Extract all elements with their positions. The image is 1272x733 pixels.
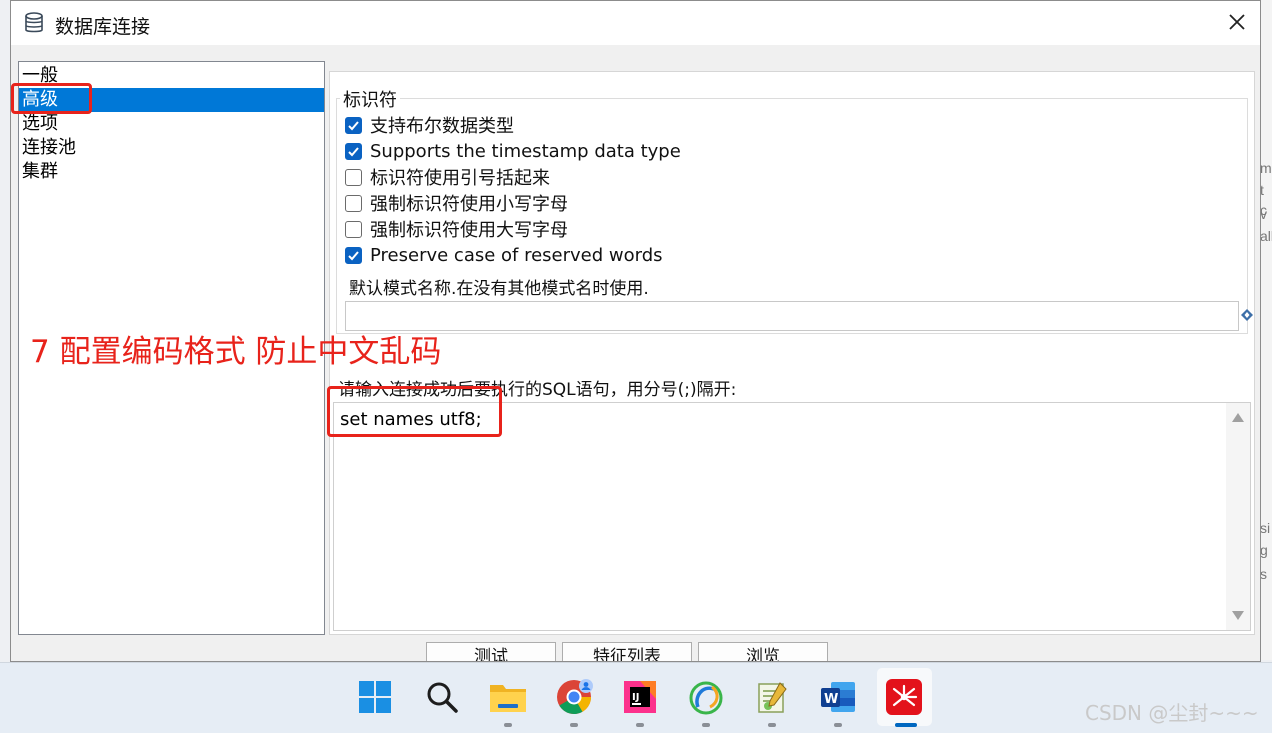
watermark: CSDN @尘封~~~: [1085, 701, 1259, 725]
variable-diamond-icon[interactable]: [1240, 308, 1254, 322]
dialog-title: 数据库连接: [55, 16, 151, 38]
chrome-icon[interactable]: [554, 677, 594, 717]
default-schema-input[interactable]: [345, 301, 1239, 331]
option-label: Supports the timestamp data type: [370, 140, 681, 162]
svg-text:IJ: IJ: [632, 692, 639, 703]
vertical-scrollbar[interactable]: [1226, 403, 1250, 630]
scroll-down-arrow-icon[interactable]: [1232, 611, 1244, 620]
running-indicator: [702, 723, 710, 727]
checkbox-unchecked-icon[interactable]: [345, 220, 362, 238]
search-icon[interactable]: [422, 677, 462, 717]
running-indicator: [504, 723, 512, 727]
checkbox-unchecked-icon[interactable]: [345, 194, 362, 212]
feature-list-button[interactable]: 特征列表: [562, 642, 692, 661]
option-label: 支持布尔数据类型: [370, 116, 514, 137]
database-icon: [25, 12, 43, 33]
running-indicator: [570, 723, 578, 727]
checkbox-checked-icon[interactable]: [345, 246, 362, 264]
option-timestamp-type[interactable]: Supports the timestamp data type: [345, 139, 681, 163]
checkbox-checked-icon[interactable]: [345, 142, 362, 160]
annotation-highlight-advanced: [11, 83, 92, 114]
option-preserve-reserved-case[interactable]: Preserve case of reserved words: [345, 243, 663, 267]
svg-text:W: W: [824, 692, 838, 707]
browse-button[interactable]: 浏览: [698, 642, 828, 661]
file-explorer-icon[interactable]: [488, 677, 528, 717]
running-indicator: [636, 723, 644, 727]
intellij-idea-icon[interactable]: IJ: [620, 677, 660, 717]
checkbox-checked-icon[interactable]: [345, 116, 362, 134]
taskbar: IJ W: [0, 662, 1272, 733]
checkbox-unchecked-icon[interactable]: [345, 168, 362, 186]
nav-item-cluster[interactable]: 集群: [19, 160, 324, 184]
option-boolean-type[interactable]: 支持布尔数据类型: [345, 113, 514, 137]
nav-item-options[interactable]: 选项: [19, 112, 324, 136]
identifier-group: 支持布尔数据类型 Supports the timestamp data typ…: [336, 98, 1253, 334]
navicat-icon[interactable]: [686, 677, 726, 717]
advanced-settings-panel: 支持布尔数据类型 Supports the timestamp data typ…: [329, 71, 1255, 635]
windows-start-icon[interactable]: [355, 677, 395, 717]
word-icon[interactable]: W: [818, 677, 858, 717]
active-indicator: [895, 723, 917, 727]
option-quote-identifiers[interactable]: 标识符使用引号括起来: [345, 165, 550, 189]
running-indicator: [768, 723, 776, 727]
test-button[interactable]: 测试: [426, 642, 556, 661]
option-label: Preserve case of reserved words: [370, 244, 663, 266]
option-label: 强制标识符使用小写字母: [370, 194, 568, 215]
background-window-text: m t c v all si g s: [1260, 160, 1272, 582]
option-force-uppercase[interactable]: 强制标识符使用大写字母: [345, 217, 568, 241]
title-bar: 数据库连接: [11, 1, 1260, 45]
scroll-up-arrow-icon[interactable]: [1232, 413, 1244, 422]
notepad-icon[interactable]: [752, 677, 792, 717]
annotation-text: 7 配置编码格式 防止中文乱码: [30, 334, 442, 370]
annotation-highlight-sql: [327, 386, 502, 437]
default-schema-label: 默认模式名称.在没有其他模式名时使用.: [349, 279, 649, 299]
close-icon[interactable]: [1226, 11, 1248, 33]
nav-item-connection-pool[interactable]: 连接池: [19, 136, 324, 160]
option-label: 标识符使用引号括起来: [370, 168, 550, 189]
option-force-lowercase[interactable]: 强制标识符使用小写字母: [345, 191, 568, 215]
xmind-icon[interactable]: [884, 677, 924, 717]
running-indicator: [834, 723, 842, 727]
identifier-group-label: 标识符: [340, 86, 400, 112]
option-label: 强制标识符使用大写字母: [370, 220, 568, 241]
